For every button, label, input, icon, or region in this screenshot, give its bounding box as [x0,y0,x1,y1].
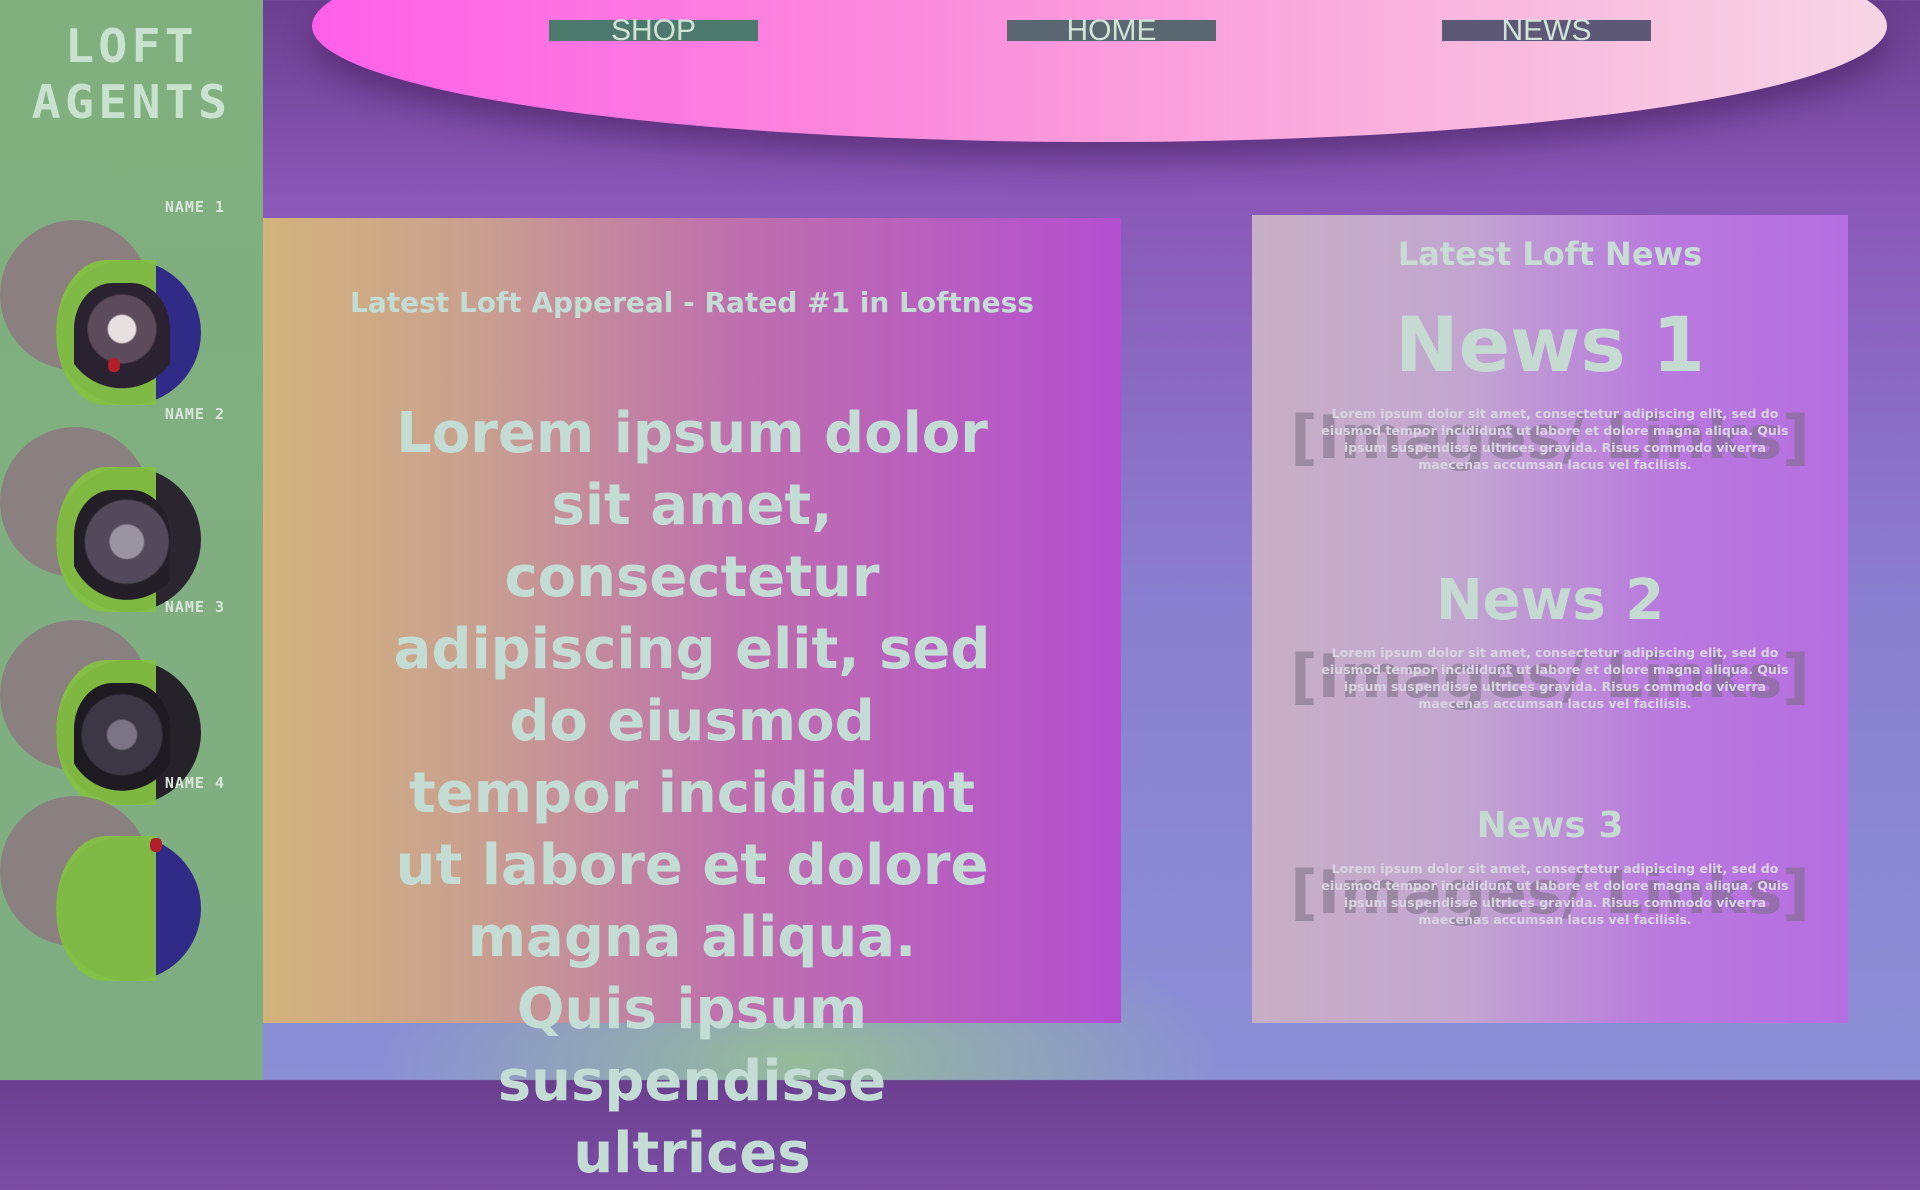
news-heading: Latest Loft News [1397,235,1703,273]
agent-name: NAME 1 [164,198,225,216]
nav-shop-button[interactable]: SHOP [549,16,758,46]
news-panel: Latest Loft News News 1 [Images/ Links] … [1252,215,1848,1023]
news-1-text: Lorem ipsum dolor sit amet, consectetur … [1321,406,1789,472]
agent-ring-accent [56,836,156,981]
agent-card-3[interactable]: NAME 3 [0,598,263,805]
agent-name: NAME 3 [164,598,225,616]
news-2-title[interactable]: News 2 [1252,570,1848,632]
news-1-title[interactable]: News 1 [1252,305,1848,385]
agent-card-2[interactable]: NAME 2 [0,405,263,612]
agent-portrait[interactable] [74,283,170,398]
blood-splash [150,838,162,852]
featured-body: Lorem ipsum dolor sit amet, consectetur … [393,401,991,1186]
agent-name: NAME 4 [164,774,225,792]
nav-news-button[interactable]: NEWS [1442,16,1651,46]
agent-name: NAME 2 [164,405,225,423]
logo-line-2: AGENTS [31,75,232,129]
news-3-text: Lorem ipsum dolor sit amet, consectetur … [1321,861,1789,927]
featured-panel: Latest Loft Appereal - Rated #1 in Loftn… [263,218,1121,1186]
news-3-title[interactable]: News 3 [1252,805,1848,847]
news-2-text: Lorem ipsum dolor sit amet, consectetur … [1321,645,1789,711]
agents-sidebar: LOFT AGENTS NAME 1 NAME 2 NAME 3 NAME 4 [0,0,263,1080]
logo-line-1: LOFT [64,19,199,73]
blood-splash [108,358,120,372]
featured-title: Latest Loft Appereal - Rated #1 in Loftn… [350,286,1034,319]
site-logo[interactable]: LOFT AGENTS [0,18,270,130]
agent-portrait[interactable] [74,490,170,605]
nav-home-button[interactable]: HOME [1007,16,1216,46]
agent-card-4[interactable]: NAME 4 [0,774,263,981]
agent-card-1[interactable]: NAME 1 [0,198,263,405]
